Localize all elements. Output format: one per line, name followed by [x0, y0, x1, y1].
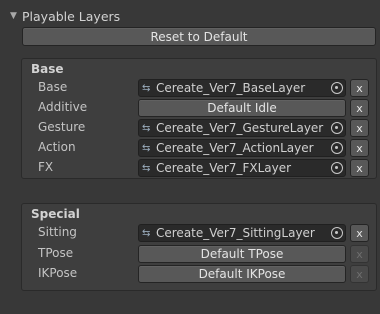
clear-fx-button[interactable]: x [350, 159, 369, 177]
object-picker-icon[interactable] [331, 162, 343, 174]
layer-row-base: Base ⇆ Cereate_Ver7_BaseLayer x [22, 79, 376, 97]
row-label: Action [38, 140, 76, 154]
layer-row-tpose: TPose Default TPose x [22, 245, 376, 263]
base-group-title: Base [31, 62, 64, 76]
row-label: Additive [38, 100, 88, 114]
layer-row-fx: FX ⇆ Cereate_Ver7_FXLayer x [22, 159, 376, 177]
layer-row-additive: Additive Default Idle x [22, 99, 376, 117]
section-title: Playable Layers [22, 8, 121, 24]
row-label: Base [38, 80, 68, 94]
animator-controller-icon: ⇆ [142, 162, 151, 174]
field-value: Cereate_Ver7_SittingLayer [156, 226, 315, 240]
layer-row-action: Action ⇆ Cereate_Ver7_ActionLayer x [22, 139, 376, 157]
reset-to-default-button[interactable]: Reset to Default [22, 27, 376, 46]
base-layer-field[interactable]: ⇆ Cereate_Ver7_BaseLayer [138, 79, 346, 97]
animator-controller-icon: ⇆ [142, 122, 151, 134]
clear-action-button[interactable]: x [350, 139, 369, 157]
default-tpose-button[interactable]: Default TPose [138, 245, 346, 263]
row-label: TPose [38, 246, 74, 260]
clear-additive-button[interactable]: x [350, 99, 369, 117]
layer-row-sitting: Sitting ⇆ Cereate_Ver7_SittingLayer x [22, 224, 376, 242]
layer-row-gesture: Gesture ⇆ Cereate_Ver7_GestureLayer x [22, 119, 376, 137]
playable-layers-foldout[interactable]: ▼ Playable Layers [10, 8, 120, 24]
field-value: Cereate_Ver7_GestureLayer [156, 121, 324, 135]
default-idle-button[interactable]: Default Idle [138, 99, 346, 117]
row-label: FX [38, 160, 54, 174]
row-label: IKPose [38, 266, 78, 280]
object-picker-icon[interactable] [331, 142, 343, 154]
clear-ikpose-button: x [350, 265, 369, 283]
layer-row-ikpose: IKPose Default IKPose x [22, 265, 376, 283]
clear-sitting-button[interactable]: x [350, 224, 369, 242]
sitting-layer-field[interactable]: ⇆ Cereate_Ver7_SittingLayer [138, 224, 346, 242]
field-value: Cereate_Ver7_BaseLayer [156, 81, 306, 95]
action-layer-field[interactable]: ⇆ Cereate_Ver7_ActionLayer [138, 139, 346, 157]
field-value: Cereate_Ver7_FXLayer [156, 161, 292, 175]
clear-base-button[interactable]: x [350, 79, 369, 97]
special-group: Special Sitting ⇆ Cereate_Ver7_SittingLa… [21, 203, 377, 291]
clear-tpose-button: x [350, 245, 369, 263]
special-group-title: Special [31, 207, 80, 221]
foldout-arrow-icon: ▼ [10, 11, 17, 21]
object-picker-icon[interactable] [331, 227, 343, 239]
field-value: Cereate_Ver7_ActionLayer [156, 141, 314, 155]
default-ikpose-button[interactable]: Default IKPose [138, 265, 346, 283]
animator-controller-icon: ⇆ [142, 227, 151, 239]
object-picker-icon[interactable] [331, 82, 343, 94]
base-group: Base Base ⇆ Cereate_Ver7_BaseLayer x Add… [21, 58, 377, 179]
animator-controller-icon: ⇆ [142, 82, 151, 94]
row-label: Sitting [38, 225, 77, 239]
animator-controller-icon: ⇆ [142, 142, 151, 154]
gesture-layer-field[interactable]: ⇆ Cereate_Ver7_GestureLayer [138, 119, 346, 137]
row-label: Gesture [38, 120, 86, 134]
object-picker-icon[interactable] [331, 122, 343, 134]
fx-layer-field[interactable]: ⇆ Cereate_Ver7_FXLayer [138, 159, 346, 177]
clear-gesture-button[interactable]: x [350, 119, 369, 137]
